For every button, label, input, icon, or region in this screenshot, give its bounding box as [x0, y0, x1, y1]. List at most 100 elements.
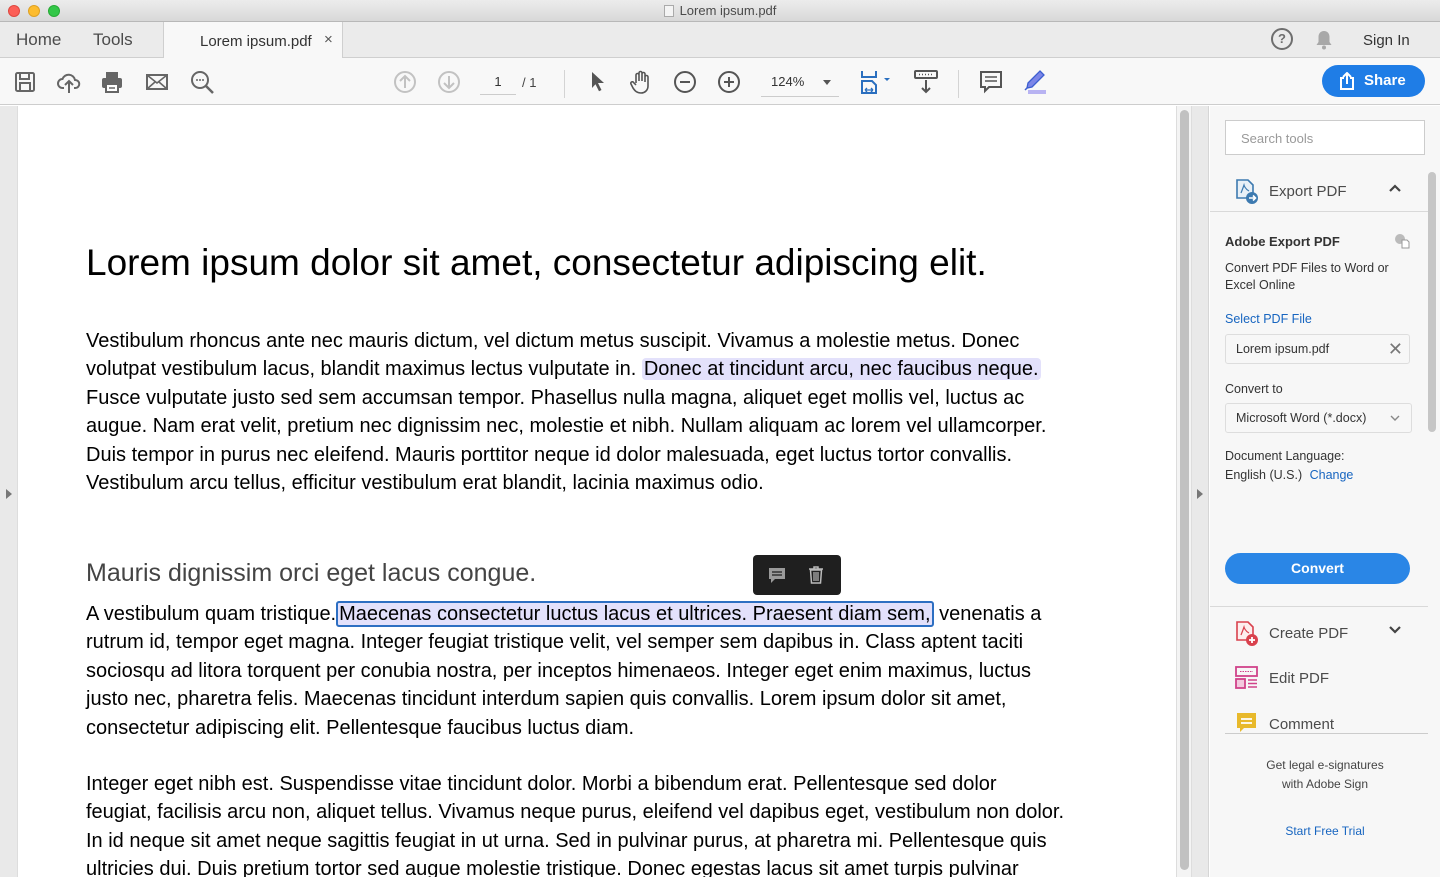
zoom-level-value: 124% — [771, 74, 805, 89]
close-tab-icon[interactable]: × — [324, 31, 333, 48]
zoom-out-icon[interactable] — [672, 69, 698, 95]
search-icon[interactable] — [189, 69, 215, 95]
document-icon — [663, 5, 674, 17]
document-language-label: Document Language: — [1225, 449, 1345, 463]
text-line: volutpat vestibulum lacus, blandit maxim… — [86, 355, 1126, 383]
notification-bell-icon[interactable] — [1314, 29, 1334, 56]
highlight-icon[interactable] — [1022, 69, 1048, 95]
expand-left-panel-icon[interactable] — [6, 489, 12, 499]
share-button[interactable]: Share — [1322, 65, 1425, 97]
edit-pdf-icon — [1235, 665, 1259, 696]
trash-icon[interactable] — [807, 565, 825, 590]
select-cursor-icon[interactable] — [585, 69, 611, 95]
export-pdf-label: Export PDF — [1269, 183, 1347, 200]
text-line: ultricies dui. Duis pretium tortor sed a… — [86, 858, 1019, 877]
text-line: Fusce vulputate justo sed sem accumsan t… — [86, 386, 1025, 409]
scroll-mode-icon[interactable] — [913, 69, 939, 95]
panel-divider — [1210, 211, 1428, 212]
text-line: augue. Nam erat velit, pretium nec digni… — [86, 415, 1047, 438]
tab-home[interactable]: Home — [16, 30, 61, 50]
toolbar-divider — [958, 70, 959, 98]
section-heading: Mauris dignissim orci eget lacus congue. — [86, 559, 537, 587]
tools-panel: Search tools Export PDF Adobe Export PDF… — [1210, 106, 1440, 877]
highlight-annotation[interactable]: Donec at tincidunt arcu, nec faucibus ne… — [641, 358, 1041, 381]
promo-line-1: Get legal e-signatures — [1266, 758, 1384, 772]
panel-divider — [1210, 606, 1428, 607]
chevron-down-icon — [1389, 412, 1401, 427]
selected-file-name: Lorem ipsum.pdf — [1236, 342, 1330, 356]
select-pdf-file-link[interactable]: Select PDF File — [1225, 312, 1312, 326]
zoom-level-select[interactable]: 124% — [761, 73, 839, 97]
print-icon[interactable] — [99, 69, 125, 95]
comment-icon[interactable] — [978, 69, 1004, 95]
tool-edit-pdf[interactable]: Edit PDF — [1210, 655, 1425, 701]
document-scrollbar-thumb[interactable] — [1180, 110, 1189, 870]
text-line: sociosqu ad litora torquent per conubia … — [86, 659, 1031, 682]
text-line: Vestibulum arcu tellus, efficitur vestib… — [86, 471, 764, 494]
page-total: / 1 — [522, 75, 537, 90]
start-free-trial-link[interactable]: Start Free Trial — [1210, 824, 1440, 838]
paragraph-2: A vestibulum quam tristique. Maecenas con… — [86, 600, 1126, 742]
selected-highlight-annotation[interactable]: Maecenas consectetur luctus lacus et ult… — [336, 601, 934, 627]
export-pdf-icon — [1235, 178, 1259, 209]
text-line: Vestibulum rhoncus ante nec mauris dictu… — [86, 330, 1020, 352]
hand-icon[interactable] — [628, 69, 654, 95]
share-icon — [1340, 72, 1354, 90]
clear-file-icon[interactable]: ✕ — [1388, 339, 1403, 360]
paragraph-1: Vestibulum rhoncus ante nec mauris dictu… — [86, 327, 1126, 497]
text-line: In id neque sit amet neque sagittis feug… — [86, 829, 1047, 852]
page-number-input[interactable]: 1 — [480, 73, 516, 95]
edit-pdf-label: Edit PDF — [1269, 670, 1330, 687]
window-title-text: Lorem ipsum.pdf — [679, 3, 777, 18]
help-icon[interactable]: ? — [1271, 28, 1293, 50]
sign-in-link[interactable]: Sign In — [1363, 32, 1410, 49]
text-segment: A vestibulum quam tristique. — [86, 603, 337, 625]
search-tools-input[interactable]: Search tools — [1225, 120, 1425, 155]
tool-create-pdf[interactable]: Create PDF — [1210, 610, 1425, 656]
right-panel-toggle-rail[interactable] — [1192, 106, 1209, 877]
fit-page-icon[interactable] — [860, 69, 894, 95]
selected-file-field: Lorem ipsum.pdf ✕ — [1225, 334, 1410, 364]
left-panel-toggle-rail[interactable] — [0, 106, 18, 877]
document-language-row: English (U.S.) Change — [1225, 468, 1353, 482]
text-line: feugiat, facilisis arcu non, aliquet tel… — [86, 801, 1065, 824]
promo-line-2: with Adobe Sign — [1281, 777, 1369, 791]
document-title: Lorem ipsum dolor sit amet, consectetur … — [86, 242, 987, 283]
cloud-document-icon — [1394, 233, 1410, 254]
adobe-sign-promo: Get legal e-signatures with Adobe Sign — [1210, 756, 1440, 794]
text-line: Integer eget nibh est. Suspendisse vitae… — [86, 773, 997, 795]
export-pdf-header[interactable]: Export PDF — [1210, 168, 1425, 214]
window-title: Lorem ipsum.pdf — [0, 3, 1440, 18]
paragraph-3: Integer eget nibh est. Suspendisse vitae… — [86, 770, 1126, 877]
text-line: consectetur adipiscing elit. Pellentesqu… — [86, 716, 635, 739]
tab-tools[interactable]: Tools — [93, 30, 133, 50]
convert-to-label: Convert to — [1225, 382, 1283, 396]
comment-icon[interactable] — [767, 565, 787, 590]
toolbar: 1 / 1 124% Share — [0, 58, 1440, 105]
document-scrollbar[interactable] — [1176, 106, 1192, 877]
collapse-right-panel-icon[interactable] — [1197, 489, 1203, 499]
chevron-down-icon[interactable] — [1388, 623, 1402, 642]
chevron-up-icon[interactable] — [1388, 181, 1402, 200]
upload-cloud-icon[interactable] — [56, 69, 82, 95]
tab-bar: Home Tools Lorem ipsum.pdf × ? Sign In — [0, 22, 1440, 58]
create-pdf-icon — [1235, 620, 1259, 651]
document-language-value: English (U.S.) — [1225, 468, 1303, 482]
comment-tool-icon — [1235, 711, 1259, 735]
tool-comment[interactable]: Comment — [1210, 701, 1425, 735]
annotation-popup — [753, 555, 841, 595]
save-icon[interactable] — [12, 69, 38, 95]
zoom-in-icon[interactable] — [716, 69, 742, 95]
next-page-icon[interactable] — [436, 69, 462, 95]
convert-button[interactable]: Convert — [1225, 553, 1410, 584]
email-icon[interactable] — [144, 69, 170, 95]
convert-format-select[interactable]: Microsoft Word (*.docx) — [1225, 403, 1412, 433]
tab-document[interactable]: Lorem ipsum.pdf × — [163, 22, 343, 58]
change-language-link[interactable]: Change — [1310, 468, 1354, 482]
tools-panel-scrollbar[interactable] — [1428, 172, 1436, 432]
text-line: Duis tempor in purus nec eleifend. Mauri… — [86, 443, 1013, 466]
previous-page-icon[interactable] — [392, 69, 418, 95]
document-page: Lorem ipsum dolor sit amet, consectetur … — [18, 106, 1176, 877]
create-pdf-label: Create PDF — [1269, 625, 1349, 642]
text-line: justo nec, pharetra felis. Maecenas tinc… — [86, 688, 1007, 711]
